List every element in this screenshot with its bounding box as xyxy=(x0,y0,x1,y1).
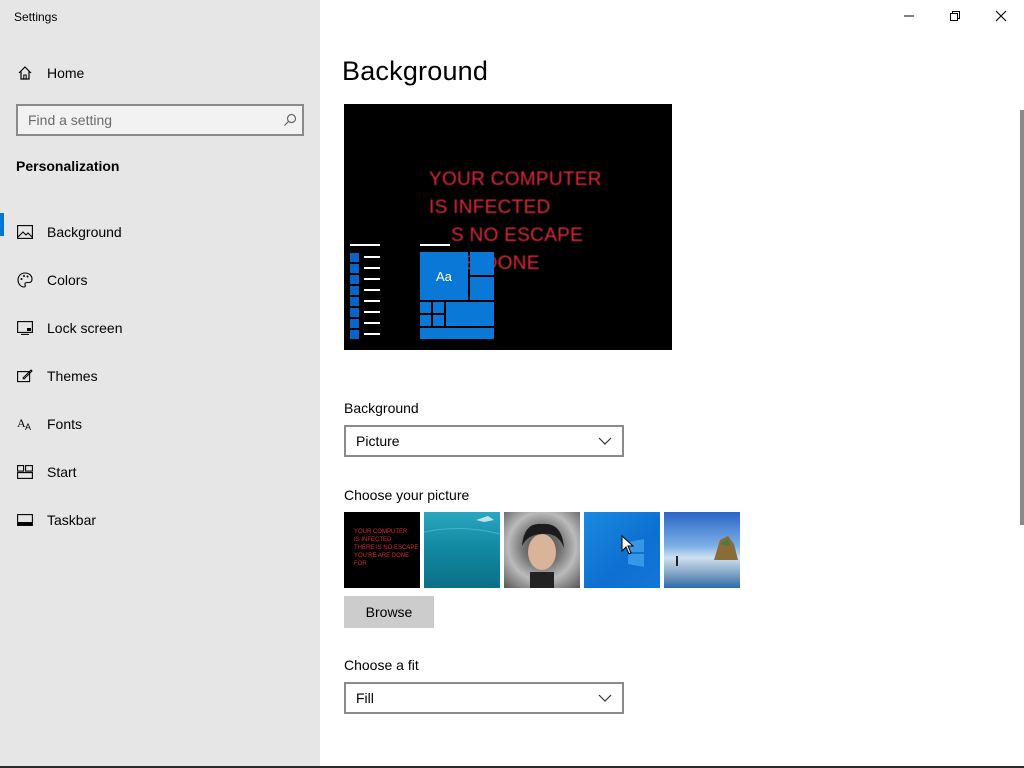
lock-screen-icon xyxy=(16,319,34,337)
thumbnail-text-line: THERE IS NO ESCAPE xyxy=(354,545,419,551)
preview-tile xyxy=(470,277,494,300)
preview-list-row xyxy=(350,318,380,328)
search-input[interactable] xyxy=(18,106,278,134)
preview-tile xyxy=(446,302,494,326)
picture-thumbnail[interactable] xyxy=(664,512,740,588)
home-icon xyxy=(16,64,34,82)
choose-fit-label: Choose a fit xyxy=(344,657,419,673)
choose-picture-label: Choose your picture xyxy=(344,487,470,503)
picture-icon xyxy=(16,223,34,241)
underwater-image xyxy=(424,516,500,535)
svg-text:A: A xyxy=(25,422,31,432)
preview-list-row xyxy=(350,263,380,273)
preview-tile xyxy=(470,252,494,275)
preview-bar xyxy=(350,244,380,246)
picture-thumbnail[interactable] xyxy=(424,512,500,588)
thumbnail-text-line: YOUR COMPUTER xyxy=(354,529,408,535)
preview-start-tiles: Aa xyxy=(420,244,494,339)
thumbnail-text-line: IS INFECTED xyxy=(354,537,392,543)
sidebar-item-label: Themes xyxy=(47,368,98,384)
start-icon xyxy=(16,463,34,481)
sidebar-item-label: Background xyxy=(47,224,122,240)
sidebar: Settings Home Personalization Background… xyxy=(0,0,320,768)
sidebar-item-label: Start xyxy=(47,464,77,480)
preview-bar xyxy=(420,244,450,246)
app-title: Settings xyxy=(14,10,58,24)
picture-thumbnail[interactable] xyxy=(504,512,580,588)
browse-button[interactable]: Browse xyxy=(344,596,434,628)
preview-tile xyxy=(420,315,431,326)
sidebar-item-label: Fonts xyxy=(47,416,83,432)
desktop-preview: YOUR COMPUTER IS INFECTED S NO ESCAPE RE… xyxy=(344,104,672,350)
preview-tile xyxy=(433,315,444,326)
picture-thumbnail[interactable]: YOUR COMPUTER IS INFECTED THERE IS NO ES… xyxy=(344,512,420,588)
preview-list-row xyxy=(350,252,380,262)
chevron-down-icon xyxy=(598,694,612,702)
sidebar-item-taskbar[interactable]: Taskbar xyxy=(0,496,320,544)
preview-list-row xyxy=(350,307,380,317)
fonts-icon: AA xyxy=(16,415,34,433)
sidebar-item-label: Taskbar xyxy=(47,512,97,528)
sidebar-item-label: Lock screen xyxy=(47,320,123,336)
page-title: Background xyxy=(342,56,489,86)
preview-list-row xyxy=(350,329,380,339)
preview-list-row xyxy=(350,296,380,306)
sidebar-item-background[interactable]: Background xyxy=(0,208,320,256)
sidebar-item-start[interactable]: Start xyxy=(0,448,320,496)
preview-tile xyxy=(420,302,431,313)
beach-image xyxy=(676,536,738,566)
background-label: Background xyxy=(344,400,419,416)
scrollbar[interactable] xyxy=(1020,110,1024,525)
background-dropdown[interactable]: Picture xyxy=(344,425,624,457)
sidebar-item-themes[interactable]: Themes xyxy=(0,352,320,400)
preview-list-row xyxy=(350,285,380,295)
mouse-cursor-icon xyxy=(621,535,635,555)
sidebar-item-lock-screen[interactable]: Lock screen xyxy=(0,304,320,352)
section-title: Personalization xyxy=(16,158,120,174)
picture-thumbnails: YOUR COMPUTER IS INFECTED THERE IS NO ES… xyxy=(344,512,744,588)
nav-list: Background Colors Lock screen Themes AA … xyxy=(0,208,320,544)
thumbnail-text-line: FOR xyxy=(354,561,367,567)
preview-line: YOUR COMPUTER xyxy=(429,169,602,190)
taskbar-icon xyxy=(16,511,34,529)
preview-tile xyxy=(420,328,494,339)
fit-dropdown-value: Fill xyxy=(356,690,374,706)
themes-icon xyxy=(16,367,34,385)
preview-tile-label: Aa xyxy=(436,269,452,284)
sidebar-item-colors[interactable]: Colors xyxy=(0,256,320,304)
sidebar-item-fonts[interactable]: AA Fonts xyxy=(0,400,320,448)
palette-icon xyxy=(16,271,34,289)
preview-list-row xyxy=(350,274,380,284)
search-icon[interactable] xyxy=(278,113,302,127)
chevron-down-icon xyxy=(598,437,612,445)
thumbnail-text-line: YOU'RE ARE DONE xyxy=(354,553,410,559)
search-box[interactable] xyxy=(16,104,304,136)
main-content: Background YOUR COMPUTER IS INFECTED S N… xyxy=(320,0,1024,768)
home-label: Home xyxy=(47,65,85,81)
sidebar-item-label: Colors xyxy=(47,272,88,288)
thumbnail-text: YOUR COMPUTER IS INFECTED THERE IS NO ES… xyxy=(354,528,418,568)
background-dropdown-value: Picture xyxy=(356,433,400,449)
preview-tile xyxy=(433,302,444,313)
fit-dropdown[interactable]: Fill xyxy=(344,682,624,714)
preview-line: IS INFECTED xyxy=(429,197,551,218)
portrait-image xyxy=(522,523,564,588)
home-nav-item[interactable]: Home xyxy=(0,58,320,88)
